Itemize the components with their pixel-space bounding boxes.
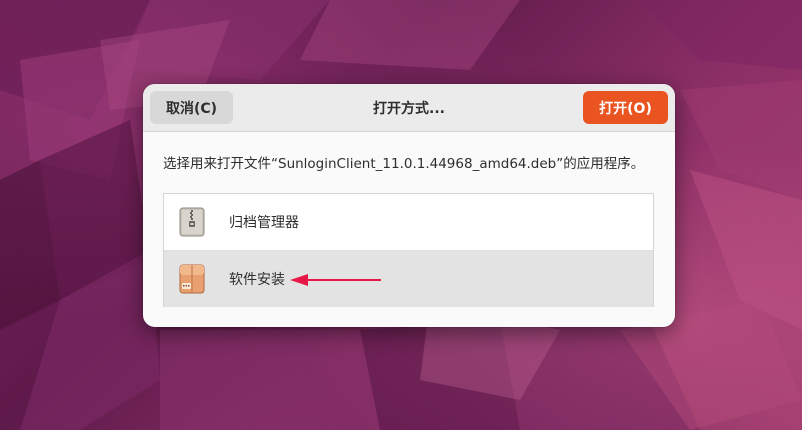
archive-manager-icon: [179, 207, 205, 237]
open-button[interactable]: 打开(O): [583, 91, 668, 124]
app-label-archive-manager: 归档管理器: [229, 215, 299, 231]
cancel-button[interactable]: 取消(C): [150, 91, 233, 124]
software-install-icon: [179, 264, 205, 294]
app-label-software-install: 软件安装: [229, 272, 285, 288]
dialog-message: 选择用来打开文件“SunloginClient_11.0.1.44968_amd…: [163, 156, 645, 172]
app-list: 归档管理器 软件安装: [163, 193, 654, 307]
app-item-software-install[interactable]: 软件安装: [164, 251, 653, 307]
dialog-header: 取消(C) 打开方式... 打开(O): [143, 84, 675, 132]
open-with-dialog: 取消(C) 打开方式... 打开(O) 选择用来打开文件“SunloginCli…: [143, 84, 675, 327]
annotation-arrow: [290, 274, 381, 286]
desktop-background: 取消(C) 打开方式... 打开(O) 选择用来打开文件“SunloginCli…: [0, 0, 802, 430]
dialog-title: 打开方式...: [373, 100, 445, 117]
app-item-archive-manager[interactable]: 归档管理器: [164, 194, 653, 251]
